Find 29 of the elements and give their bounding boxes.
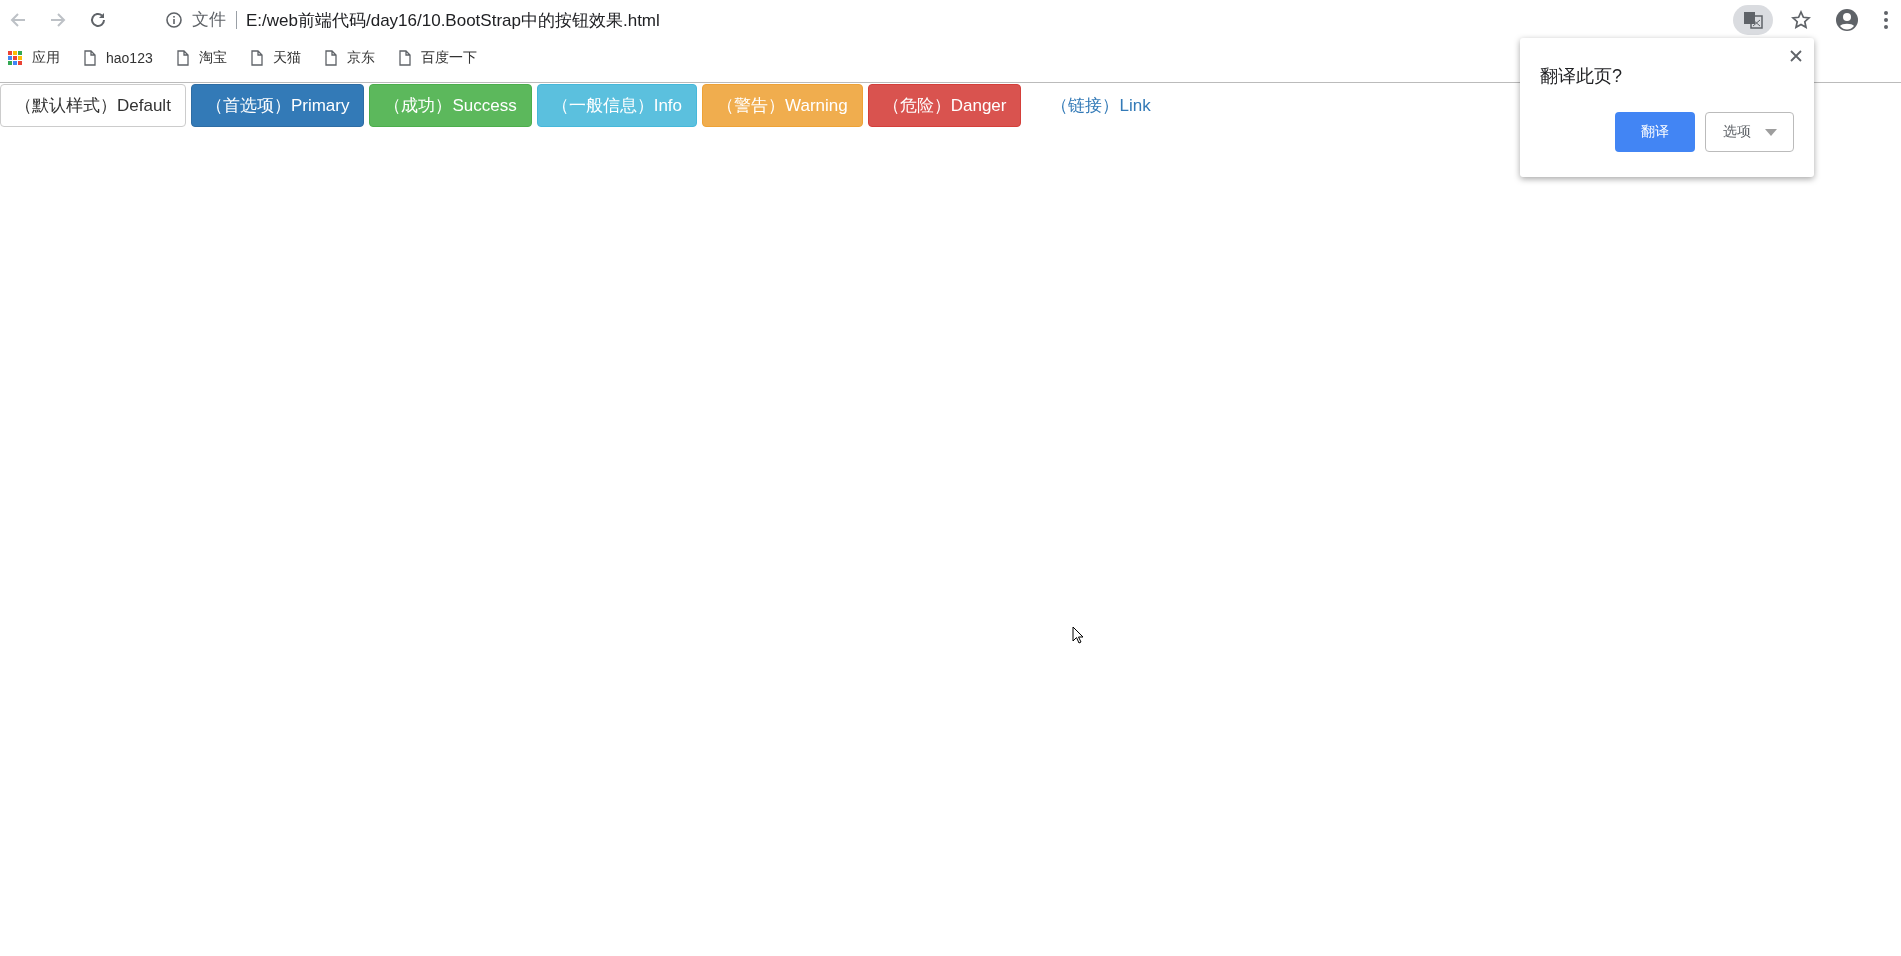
info-icon[interactable] bbox=[166, 12, 182, 28]
mouse-cursor-icon bbox=[1072, 626, 1084, 644]
profile-icon[interactable] bbox=[1835, 8, 1859, 32]
page-icon bbox=[176, 50, 189, 66]
danger-button[interactable]: （危险）Danger bbox=[867, 84, 1022, 127]
bookmark-link[interactable]: 应用 bbox=[32, 49, 60, 67]
bookmark-link[interactable]: 天猫 bbox=[272, 49, 301, 67]
apps-icon bbox=[8, 51, 22, 65]
close-icon[interactable] bbox=[1790, 50, 1802, 62]
translate-icon[interactable] bbox=[1733, 5, 1773, 35]
page-icon bbox=[84, 50, 96, 66]
page-icon bbox=[250, 50, 263, 66]
translate-button[interactable]: 翻译 bbox=[1615, 112, 1695, 152]
bookmark-link[interactable]: 百度一下 bbox=[420, 49, 477, 67]
star-icon[interactable] bbox=[1791, 10, 1811, 30]
default-button[interactable]: （默认样式）Default bbox=[0, 84, 186, 127]
page-icon bbox=[398, 50, 411, 66]
caret-icon bbox=[1764, 128, 1777, 136]
options-button[interactable]: 选项 bbox=[1705, 112, 1794, 152]
popup-title: 翻译此页? bbox=[1540, 65, 1623, 88]
link-button[interactable]: （链接）Link bbox=[1036, 84, 1166, 127]
page-icon bbox=[324, 50, 337, 66]
menu-icon[interactable] bbox=[1883, 10, 1889, 30]
bookmark-link[interactable]: 京东 bbox=[346, 49, 375, 67]
security-label: 文件 bbox=[192, 11, 237, 29]
primary-button[interactable]: （首选项）Primary bbox=[190, 84, 365, 127]
bookmark-link[interactable]: 淘宝 bbox=[198, 49, 227, 67]
bookmark-link[interactable]: hao123 bbox=[106, 50, 153, 66]
address-url[interactable]: E:/web前端代码/day16/10.BootStrap中的按钮效果.html bbox=[246, 8, 660, 32]
